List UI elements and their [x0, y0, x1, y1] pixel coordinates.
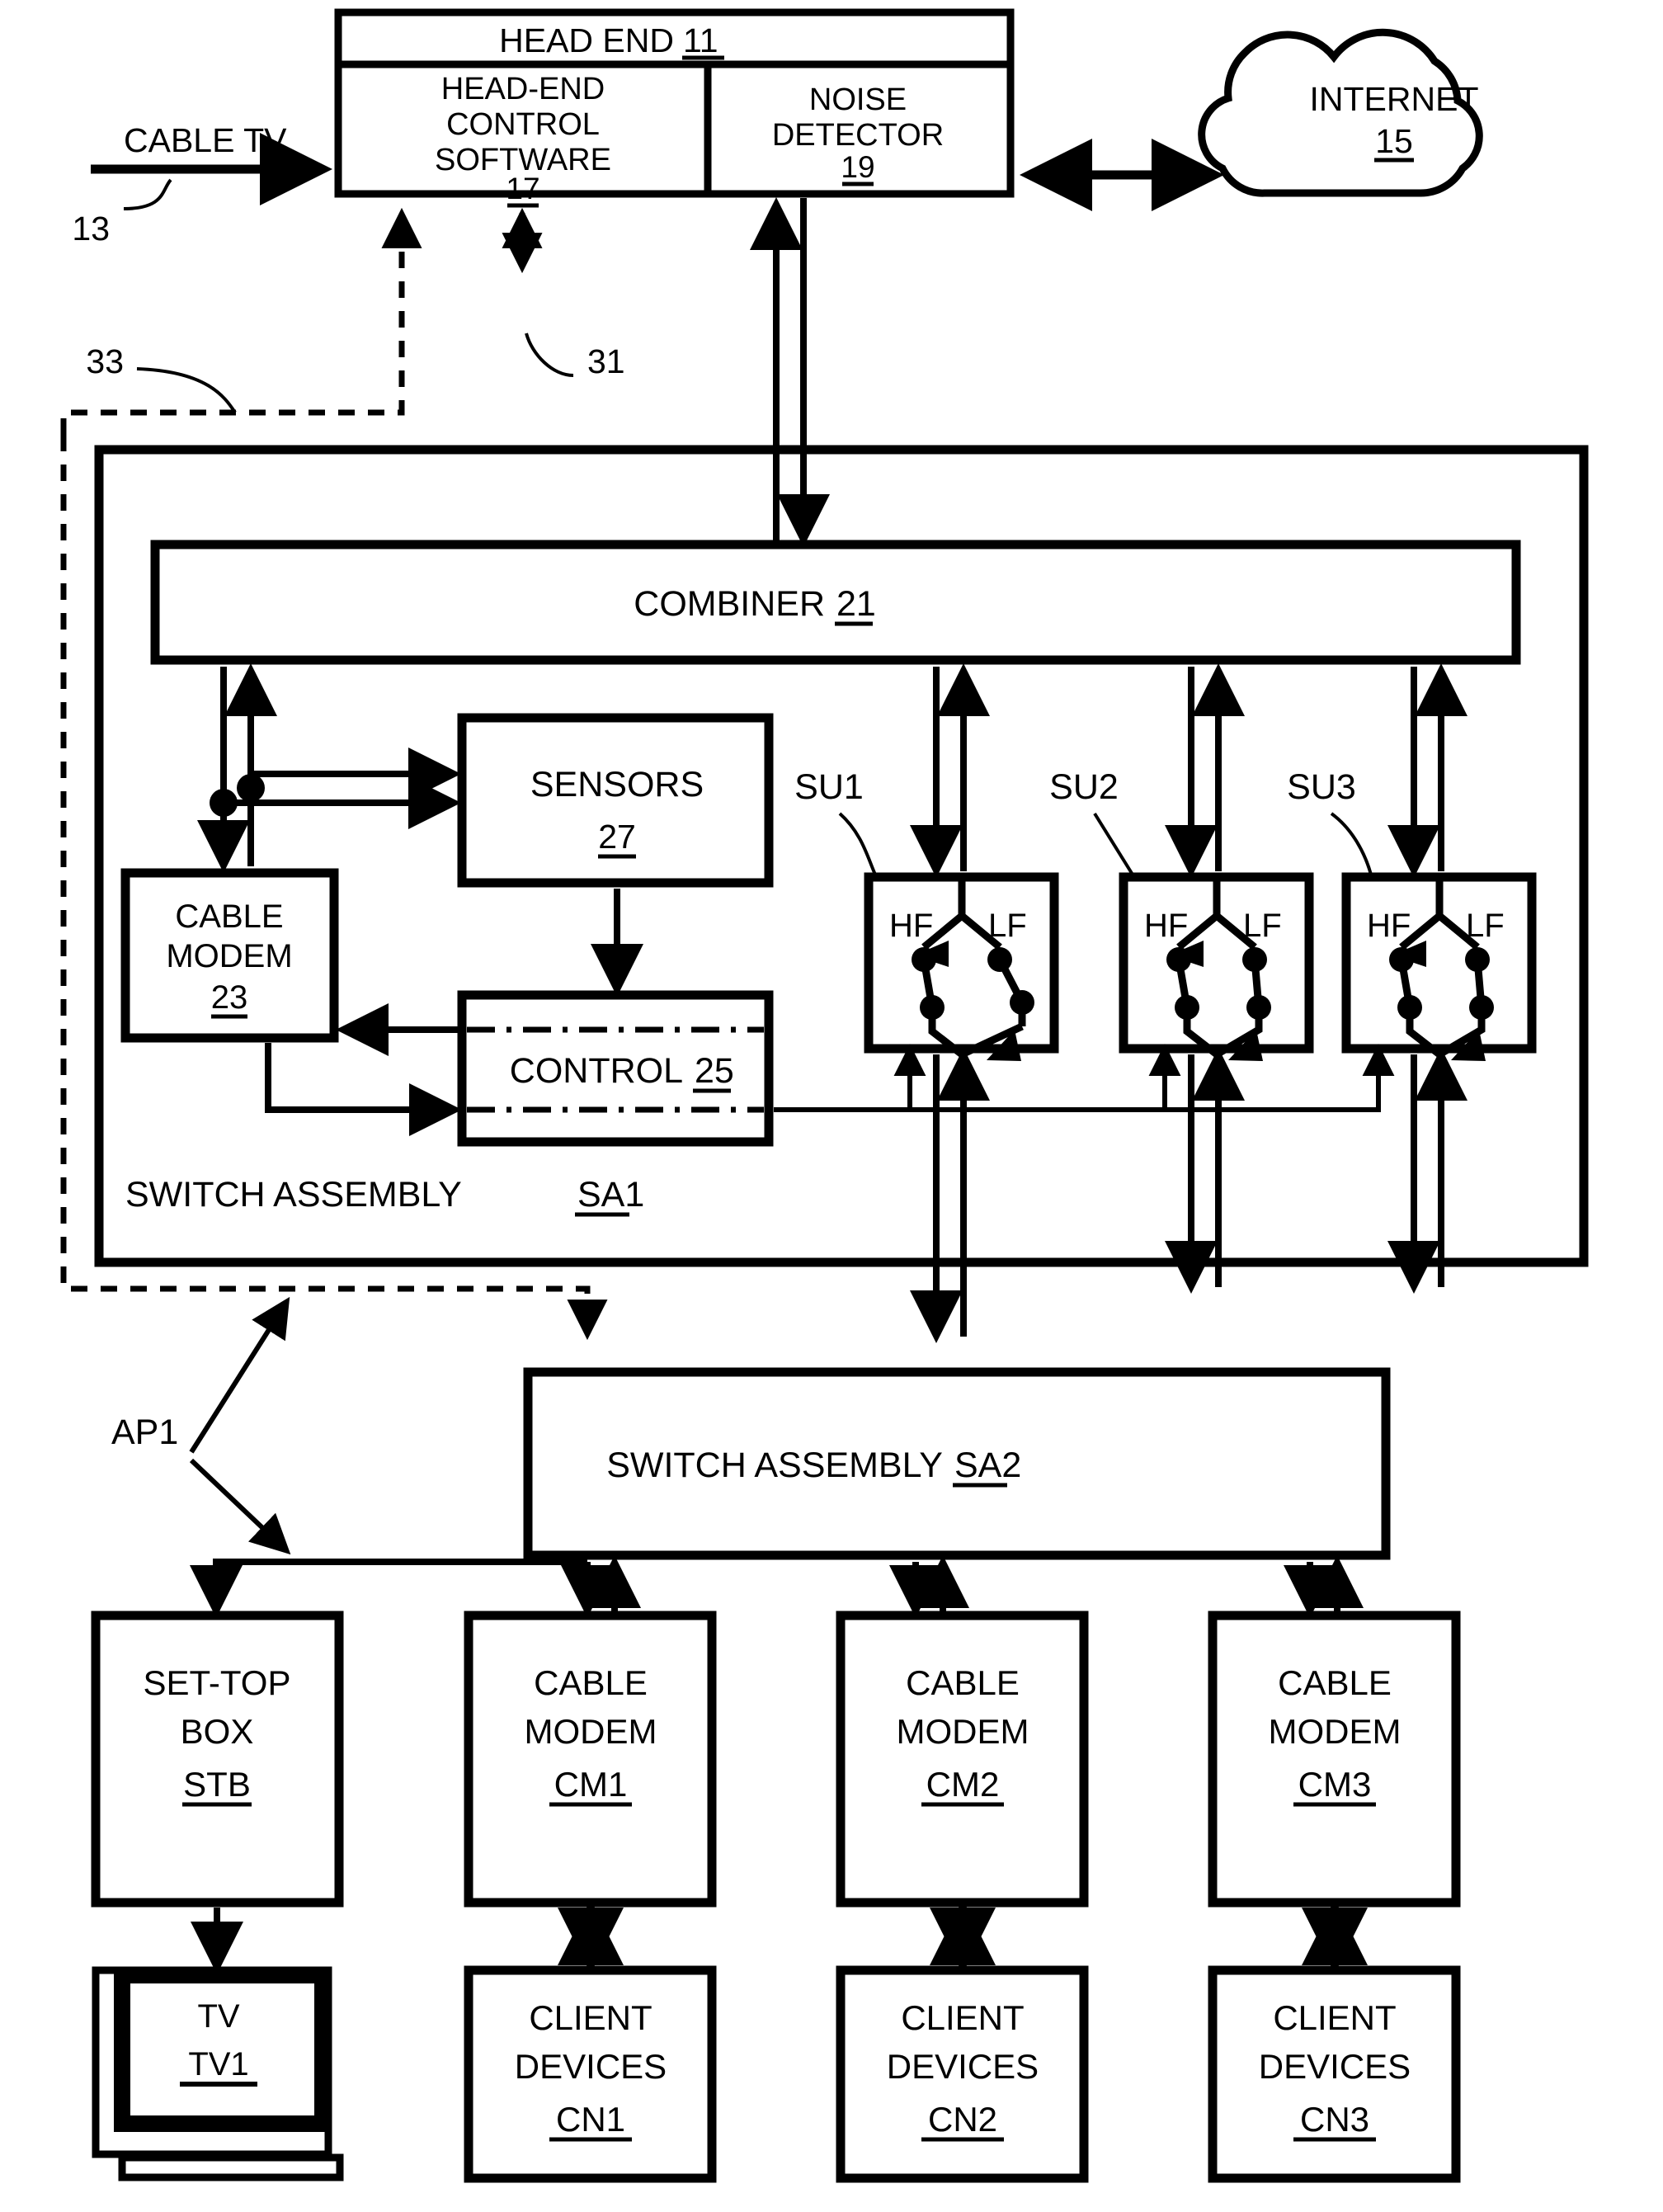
su1-name-label: SU1 [794, 767, 864, 807]
control-label: CONTROL [510, 1051, 683, 1091]
su1-port-high-label: HF [889, 908, 933, 944]
combiner-label: COMBINER [634, 584, 825, 624]
cable-modem-cm1-line2: MODEM [525, 1712, 657, 1751]
tv-label: TV [197, 1998, 239, 2035]
sensors-ref: 27 [598, 818, 636, 856]
head-end-control-software-line2: CONTROL [446, 107, 600, 142]
control-ref: 25 [695, 1051, 734, 1091]
client-devices-cn1-line2: DEVICES [515, 2047, 667, 2086]
su3-port-high-label: HF [1367, 908, 1411, 944]
patent-diagram: HEAD END 11 HEAD-END CONTROL SOFTWARE 17… [0, 0, 1663, 2212]
junction-dot-right [237, 774, 265, 802]
su3-name-label: SU3 [1287, 767, 1356, 807]
head-end-control-software-ref: 17 [506, 172, 539, 205]
figure-canvas: HEAD END 11 HEAD-END CONTROL SOFTWARE 17… [0, 0, 1663, 2212]
set-top-box-ref: STB [183, 1765, 251, 1804]
switch-assembly-sa2-ref: SA2 [954, 1446, 1021, 1485]
cable-modem-cm2-line1: CABLE [906, 1663, 1020, 1702]
cable-modem-cm3-line2: MODEM [1269, 1712, 1402, 1751]
su3-blade-right [1473, 959, 1486, 1008]
client-devices-cn2-line2: DEVICES [887, 2047, 1039, 2086]
switch-assembly-sa1-label: SWITCH ASSEMBLY [125, 1175, 462, 1214]
internet-ref: 15 [1375, 122, 1413, 160]
combiner-ref: 21 [836, 584, 876, 624]
cable-modem-23-ref: 23 [211, 979, 248, 1016]
client-devices-cn1-ref: CN1 [556, 2100, 625, 2139]
noise-detector-line1: NOISE [809, 83, 907, 117]
set-top-box-line2: BOX [181, 1712, 254, 1751]
cable-modem-cm3-line1: CABLE [1278, 1663, 1392, 1702]
internet-label: INTERNET [1310, 80, 1479, 118]
ref-13-label: 13 [72, 210, 110, 248]
switch-assembly-sa2-label: SWITCH ASSEMBLY [606, 1446, 943, 1485]
client-devices-cn3-line1: CLIENT [1273, 1998, 1396, 2037]
cable-modem-23-line2: MODEM [166, 938, 292, 974]
ref-31-label: 31 [587, 342, 625, 380]
su2-name-label: SU2 [1049, 767, 1119, 807]
cable-tv-label: CABLE TV [124, 121, 287, 159]
cable-modem-cm1-line1: CABLE [534, 1663, 648, 1702]
su2-blade-right [1251, 959, 1263, 1008]
switch-assembly-sa1-ref: SA1 [577, 1175, 644, 1214]
ap1-label: AP1 [111, 1413, 178, 1452]
cable-modem-cm2-ref: CM2 [926, 1765, 1000, 1804]
sensors-label: SENSORS [530, 765, 704, 804]
tv-ref: TV1 [188, 2046, 248, 2082]
cable-modem-cm2-line2: MODEM [897, 1712, 1029, 1751]
su2-port-high-label: HF [1144, 908, 1188, 944]
client-devices-cn3-line2: DEVICES [1259, 2047, 1411, 2086]
head-end-control-software-line1: HEAD-END [441, 72, 605, 106]
head-end-ref: 11 [683, 21, 718, 59]
noise-detector-ref: 19 [841, 150, 874, 184]
client-devices-cn3-ref: CN3 [1300, 2100, 1369, 2139]
head-end-title: HEAD END [499, 21, 674, 59]
client-devices-cn2-ref: CN2 [928, 2100, 997, 2139]
cable-modem-cm1-ref: CM1 [554, 1765, 628, 1804]
cable-modem-cm3-ref: CM3 [1298, 1765, 1372, 1804]
ref-33-label: 33 [86, 342, 124, 380]
noise-detector-line2: DETECTOR [772, 118, 944, 153]
set-top-box-line1: SET-TOP [144, 1663, 291, 1702]
client-devices-cn1-line1: CLIENT [529, 1998, 652, 2037]
client-devices-cn2-line1: CLIENT [901, 1998, 1024, 2037]
cable-modem-23-line1: CABLE [175, 898, 283, 935]
